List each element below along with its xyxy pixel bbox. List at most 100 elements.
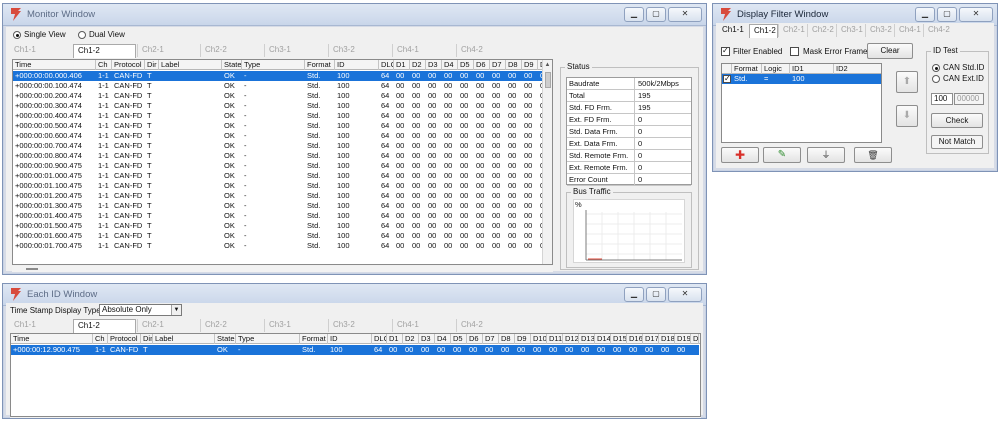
tab-ch2-2[interactable]: Ch2-2 [807,24,836,37]
eid-col-d9[interactable]: D9 [515,334,531,344]
mon-table-row[interactable]: +000:00:00.700.474 1-1 CAN-FD T OK - Std. 100 64… [13,141,548,151]
tab-ch2-2[interactable]: Ch2-2 [200,319,263,332]
eid-col-d13[interactable]: D13 [579,334,595,344]
mon-col-d3[interactable]: D3 [426,60,442,70]
dual-view-radio[interactable] [78,31,86,39]
eid-col-d11[interactable]: D11 [547,334,563,344]
mon-col-d8[interactable]: D8 [506,60,522,70]
mon-table-row[interactable]: +000:00:01.700.475 1-1 CAN-FD T OK - Std. 100 64… [13,241,548,251]
mon-table-row[interactable]: +000:00:00.000.406 1-1 CAN-FD T OK - Std. 100 64… [13,71,548,81]
mon-table-row[interactable]: +000:00:00.500.474 1-1 CAN-FD T OK - Std. 100 64… [13,121,548,131]
monitor-hscroll[interactable] [12,266,553,272]
tab-ch3-1[interactable]: Ch3-1 [264,319,327,332]
tab-ch3-2[interactable]: Ch3-2 [328,319,391,332]
maximize-button[interactable]: ▢ [937,7,957,22]
eid-col-ch[interactable]: Ch [93,334,108,344]
monitor-titlebar[interactable]: Monitor Window ▁ ▢ ✕ [3,4,706,26]
eid-col-d2[interactable]: D2 [403,334,419,344]
scroll-up-icon[interactable]: ▲ [543,60,552,70]
tab-ch4-2[interactable]: Ch4-2 [456,319,519,332]
mon-col-d5[interactable]: D5 [458,60,474,70]
timestamp-type-select[interactable]: Absolute Only ▼ [99,304,182,316]
mon-table-row[interactable]: +000:00:00.900.475 1-1 CAN-FD T OK - Std. 100 64… [13,161,548,171]
clear-button[interactable]: Clear [867,43,913,59]
eid-col-d14[interactable]: D14 [595,334,611,344]
tab-ch3-2[interactable]: Ch3-2 [328,44,391,57]
mon-table-row[interactable]: +000:00:00.600.474 1-1 CAN-FD T OK - Std. 100 64… [13,131,548,141]
mon-table-row[interactable]: +000:00:01.400.475 1-1 CAN-FD T OK - Std. 100 64… [13,211,548,221]
eid-col-d5[interactable]: D5 [451,334,467,344]
check-button[interactable]: Check [931,113,983,128]
minimize-button[interactable]: ▁ [915,7,935,22]
each-id-hscroll[interactable] [10,417,701,418]
eid-table-row[interactable]: +000:00:12.900.475 1-1 CAN-FD T OK - Std. 100 64… [11,345,699,355]
mon-table-row[interactable]: +000:00:01.200.475 1-1 CAN-FD T OK - Std. 100 64… [13,191,548,201]
maximize-button[interactable]: ▢ [646,287,666,302]
mon-col-id[interactable]: ID [335,60,379,70]
minimize-button[interactable]: ▁ [624,287,644,302]
eid-col-d4[interactable]: D4 [435,334,451,344]
tab-ch1-2[interactable]: Ch1-2 [749,24,778,38]
monitor-grid-scrollbar[interactable]: ▲ [542,60,552,264]
tab-ch2-1[interactable]: Ch2-1 [137,319,200,332]
mon-table-row[interactable]: +000:00:00.200.474 1-1 CAN-FD T OK - Std. 100 64… [13,91,548,101]
eid-col-d7[interactable]: D7 [483,334,499,344]
eid-col-d3[interactable]: D3 [419,334,435,344]
eid-col-d[interactable]: D [691,334,699,344]
mon-table-row[interactable]: +000:00:01.100.475 1-1 CAN-FD T OK - Std. 100 64… [13,181,548,191]
mon-col-d4[interactable]: D4 [442,60,458,70]
eid-col-format[interactable]: Format [300,334,328,344]
mon-col-format[interactable]: Format [305,60,335,70]
eid-col-label[interactable]: Label [153,334,215,344]
eid-col-dir[interactable]: Dir [141,334,153,344]
mon-col-type[interactable]: Type [242,60,305,70]
tab-ch4-1[interactable]: Ch4-1 [392,319,455,332]
mon-table-row[interactable]: +000:00:00.300.474 1-1 CAN-FD T OK - Std. 100 64… [13,101,548,111]
tab-ch4-1[interactable]: Ch4-1 [894,24,923,37]
mon-table-row[interactable]: +000:00:01.600.475 1-1 CAN-FD T OK - Std. 100 64… [13,231,548,241]
mon-col-d6[interactable]: D6 [474,60,490,70]
filter-grid[interactable]: Format Logic ID1 ID2 Std. = 100 [721,63,882,143]
eid-col-d12[interactable]: D12 [563,334,579,344]
mon-col-dir[interactable]: Dir [145,60,159,70]
tab-ch4-2[interactable]: Ch4-2 [923,24,952,37]
eid-col-d19[interactable]: D19 [675,334,691,344]
close-button[interactable]: ✕ [668,287,702,302]
tab-ch3-1[interactable]: Ch3-1 [264,44,327,57]
tab-ch1-1[interactable]: Ch1-1 [10,319,73,332]
mask-error-checkbox[interactable] [790,47,799,56]
filter-settings-button[interactable]: ⏚ [807,147,845,163]
tab-ch4-2[interactable]: Ch4-2 [456,44,519,57]
mon-table-row[interactable]: +000:00:00.400.474 1-1 CAN-FD T OK - Std. 100 64… [13,111,548,121]
minimize-button[interactable]: ▁ [624,7,644,22]
eid-col-d1[interactable]: D1 [387,334,403,344]
eid-col-dlc[interactable]: DLC [372,334,387,344]
eid-col-type[interactable]: Type [236,334,300,344]
mon-col-d7[interactable]: D7 [490,60,506,70]
mon-col-label[interactable]: Label [159,60,222,70]
mon-col-ch[interactable]: Ch [96,60,112,70]
mon-col-protocol[interactable]: Protocol [112,60,145,70]
mon-table-row[interactable]: +000:00:01.300.475 1-1 CAN-FD T OK - Std. 100 64… [13,201,548,211]
monitor-message-grid[interactable]: Time Ch Protocol Dir Label State Type Format ID D… [12,59,553,265]
eid-col-time[interactable]: Time [11,334,93,344]
eid-col-d15[interactable]: D15 [611,334,627,344]
tab-ch2-2[interactable]: Ch2-2 [200,44,263,57]
tab-ch2-1[interactable]: Ch2-1 [137,44,200,57]
eid-col-d8[interactable]: D8 [499,334,515,344]
eid-col-id[interactable]: ID [328,334,372,344]
tab-ch1-2[interactable]: Ch1-2 [73,319,136,333]
close-button[interactable]: ✕ [668,7,702,22]
mon-col-d2[interactable]: D2 [410,60,426,70]
move-up-button[interactable]: ⬆ [896,71,918,93]
tab-ch3-1[interactable]: Ch3-1 [836,24,865,37]
eid-col-state[interactable]: State [215,334,236,344]
tab-ch3-2[interactable]: Ch3-2 [865,24,894,37]
tab-ch1-1[interactable]: Ch1-1 [718,24,749,37]
eid-col-protocol[interactable]: Protocol [108,334,141,344]
tab-ch4-1[interactable]: Ch4-1 [392,44,455,57]
close-button[interactable]: ✕ [959,7,993,22]
filter-enabled-checkbox[interactable] [721,46,730,56]
tab-ch2-1[interactable]: Ch2-1 [778,24,807,37]
filter-row[interactable]: Std. = 100 [722,74,881,84]
